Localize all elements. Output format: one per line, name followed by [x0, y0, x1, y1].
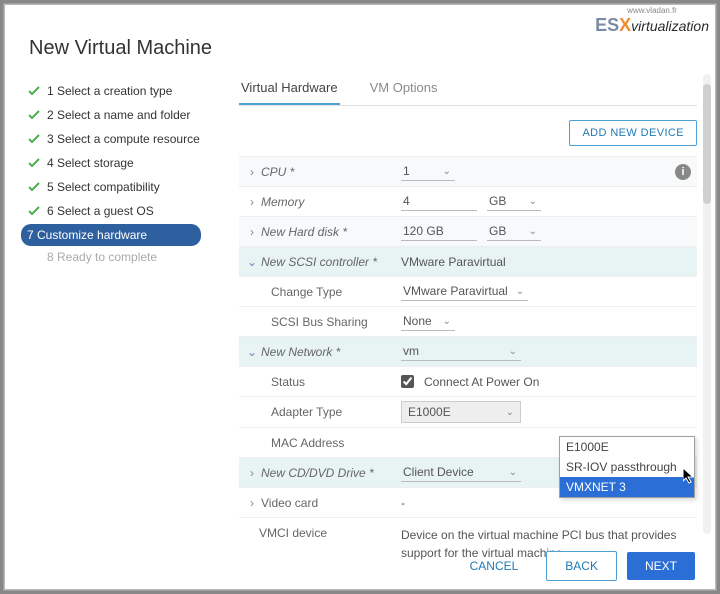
adapter-type-select[interactable]: E1000E⌄	[401, 401, 521, 423]
check-icon	[27, 204, 41, 218]
expand-icon[interactable]: ›	[245, 225, 259, 239]
back-button[interactable]: BACK	[546, 551, 617, 581]
step-label: 8 Ready to complete	[47, 250, 157, 264]
row-label-adapter-type: Adapter Type	[271, 405, 342, 419]
info-icon[interactable]: i	[675, 164, 691, 180]
cd-device-select[interactable]: Client Device⌄	[401, 463, 521, 482]
row-label-vmci: VMCI device	[259, 526, 327, 540]
wizard-step-2[interactable]: 2 Select a name and folder	[27, 104, 201, 128]
wizard-step-5[interactable]: 5 Select compatibility	[27, 176, 201, 200]
step-label: 4 Select storage	[47, 156, 134, 170]
change-type-select[interactable]: VMware Paravirtual⌄	[401, 282, 528, 301]
row-label-harddisk: New Hard disk *	[261, 225, 347, 239]
cpu-select[interactable]: 1⌄	[401, 162, 455, 181]
check-icon	[27, 132, 41, 146]
tab-vm-options[interactable]: VM Options	[368, 74, 440, 105]
wizard-step-4[interactable]: 4 Select storage	[27, 152, 201, 176]
step-label: 5 Select compatibility	[47, 180, 160, 194]
video-value: -	[401, 496, 405, 510]
memory-input[interactable]: 4	[401, 192, 477, 211]
row-label-cpu: CPU *	[261, 165, 294, 179]
row-label-scsi-sharing: SCSI Bus Sharing	[271, 315, 368, 329]
cancel-button[interactable]: CANCEL	[452, 552, 537, 580]
row-label-network: New Network *	[261, 345, 340, 359]
status-text: Connect At Power On	[424, 375, 539, 389]
wizard-steps: 1 Select a creation type 2 Select a name …	[5, 74, 211, 534]
row-label-status: Status	[271, 375, 305, 389]
wizard-step-1[interactable]: 1 Select a creation type	[27, 80, 201, 104]
wizard-step-8: 8 Ready to complete	[27, 246, 201, 270]
check-icon	[27, 156, 41, 170]
scrollbar-thumb[interactable]	[703, 84, 711, 204]
expand-icon[interactable]: ›	[245, 496, 259, 510]
collapse-icon[interactable]: ⌄	[245, 255, 259, 269]
row-label-change-type: Change Type	[271, 285, 342, 299]
wizard-step-7[interactable]: 7 Customize hardware	[21, 224, 201, 246]
brand-logo: www.vladan.fr ESXvirtualization	[589, 5, 715, 38]
step-label: 1 Select a creation type	[47, 84, 172, 98]
wizard-step-3[interactable]: 3 Select a compute resource	[27, 128, 201, 152]
harddisk-input[interactable]: 120 GB	[401, 222, 477, 241]
step-label: 2 Select a name and folder	[47, 108, 190, 122]
harddisk-unit-select[interactable]: GB⌄	[487, 222, 541, 241]
add-new-device-button[interactable]: ADD NEW DEVICE	[569, 120, 697, 146]
row-label-mac: MAC Address	[271, 436, 344, 450]
hardware-panel: Virtual Hardware VM Options ADD NEW DEVI…	[211, 74, 715, 534]
row-label-memory: Memory	[261, 195, 304, 209]
check-icon	[27, 84, 41, 98]
expand-icon[interactable]: ›	[245, 195, 259, 209]
scsi-sharing-select[interactable]: None⌄	[401, 312, 455, 331]
step-label: 3 Select a compute resource	[47, 132, 200, 146]
cursor-icon	[683, 468, 699, 484]
row-label-scsi: New SCSI controller *	[261, 255, 377, 269]
step-label: 7 Customize hardware	[27, 228, 147, 242]
collapse-icon[interactable]: ⌄	[245, 345, 259, 359]
network-select[interactable]: vm⌄	[401, 342, 521, 361]
memory-unit-select[interactable]: GB⌄	[487, 192, 541, 211]
tab-virtual-hardware[interactable]: Virtual Hardware	[239, 74, 340, 105]
check-icon	[27, 250, 41, 264]
row-label-cd: New CD/DVD Drive *	[261, 466, 374, 480]
adapter-option-vmxnet-3[interactable]: VMXNET 3	[560, 477, 694, 497]
step-label: 6 Select a guest OS	[47, 204, 154, 218]
expand-icon[interactable]: ›	[245, 165, 259, 179]
wizard-step-6[interactable]: 6 Select a guest OS	[27, 200, 201, 224]
adapter-type-dropdown[interactable]: E1000ESR-IOV passthroughVMXNET 3	[559, 436, 695, 498]
next-button[interactable]: NEXT	[627, 552, 695, 580]
connect-at-poweron-checkbox[interactable]	[401, 375, 414, 388]
adapter-option-e1000e[interactable]: E1000E	[560, 437, 694, 457]
scsi-value: VMware Paravirtual	[401, 255, 506, 269]
adapter-option-sr-iov-passthrough[interactable]: SR-IOV passthrough	[560, 457, 694, 477]
check-icon	[27, 180, 41, 194]
check-icon	[27, 108, 41, 122]
expand-icon[interactable]: ›	[245, 466, 259, 480]
row-label-video: Video card	[261, 496, 318, 510]
